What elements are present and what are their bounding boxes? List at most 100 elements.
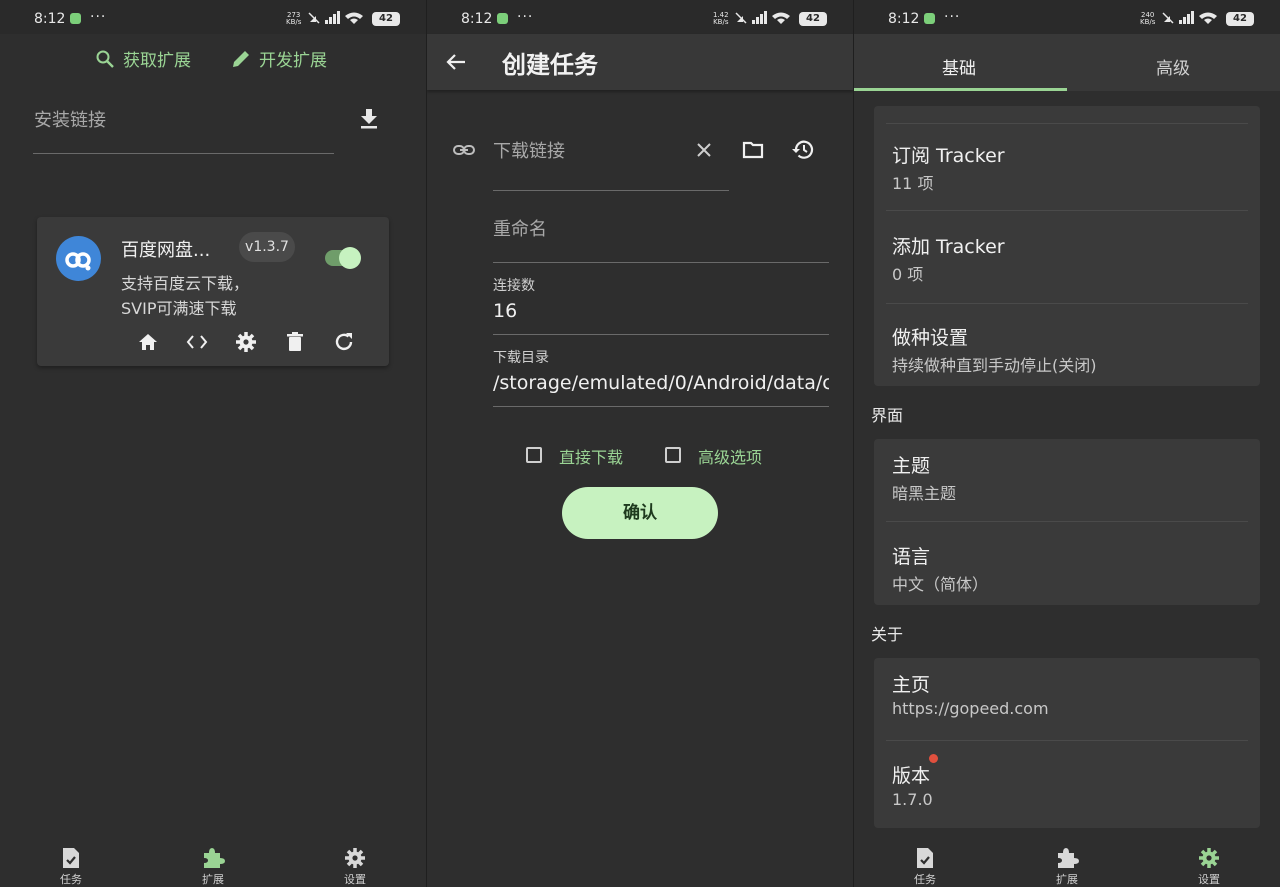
home-icon[interactable] [137,331,159,353]
extensions-screen: 8:12 ··· 273 KB/s 42 获取扩展 开发扩展 安装链接 百度网盘.… [0,0,426,887]
extension-title: 百度网盘... [121,240,211,261]
divider [886,521,1248,522]
download-link-underline [493,190,729,191]
confirm-button[interactable]: 确认 [562,487,718,539]
more-notifications-icon: ··· [517,9,534,25]
app-bar: 创建任务 [427,34,853,90]
battery-icon: 42 [372,12,400,26]
nav-tasks[interactable]: 任务 [41,847,101,887]
settings-tabs: 基础 高级 [854,34,1280,91]
status-time: 8:12 [461,11,493,27]
status-icons [735,11,790,24]
trash-icon[interactable] [284,331,306,353]
extension-toggle-knob[interactable] [339,247,361,269]
homepage-item[interactable]: 主页 https://gopeed.com [892,670,1049,718]
download-dir-underline [493,406,829,407]
nav-extensions[interactable]: 扩展 [183,847,243,887]
divider [886,123,1248,124]
network-speed: 273 KB/s [286,11,302,26]
history-icon[interactable] [792,139,814,161]
add-tracker-item[interactable]: 添加 Tracker 0 项 [892,232,1005,285]
extension-card: 百度网盘... v1.3.7 支持百度云下载， SVIP可满速下载 [37,217,389,366]
network-speed: 1.42 KB/s [713,11,729,26]
nav-tasks[interactable]: 任务 [895,847,955,887]
extension-actions [137,331,355,353]
status-bar: 8:12 ··· 240 KB/s 42 [854,0,1280,34]
search-icon [96,50,114,68]
code-icon[interactable] [186,331,208,353]
rename-input[interactable]: 重命名 [493,215,547,241]
nav-settings[interactable]: 设置 [1179,847,1239,887]
language-item[interactable]: 语言 中文（简体） [892,542,988,595]
puzzle-icon [1058,848,1079,868]
status-bar: 8:12 ··· 1.42 KB/s 42 [427,0,853,34]
network-speed: 240 KB/s [1140,11,1156,26]
advanced-options-label[interactable]: 高级选项 [698,444,762,468]
download-dir-input[interactable]: /storage/emulated/0/Android/data/com.gop… [493,372,829,394]
connections-label: 连接数 [493,278,535,294]
divider [886,303,1248,304]
clear-icon[interactable] [695,141,713,159]
task-icon [63,848,79,868]
gear-icon[interactable] [235,331,257,353]
ui-settings-card: 主题 暗黑主题 语言 中文（简体） [874,439,1260,605]
divider [886,740,1248,741]
bottom-navigation: 任务 扩展 设置 [854,839,1280,887]
install-link-underline [33,153,334,154]
extension-version-badge: v1.3.7 [239,232,295,262]
connections-input[interactable]: 16 [493,300,829,322]
download-icon[interactable] [359,108,379,130]
bt-settings-card: 订阅 Tracker 11 项 添加 Tracker 0 项 做种设置 持续做种… [874,106,1260,386]
pencil-icon [233,50,249,67]
bottom-navigation: 任务 扩展 设置 [0,839,426,887]
rename-underline [493,262,829,263]
tab-indicator [854,88,1067,91]
subscribe-tracker-item[interactable]: 订阅 Tracker 11 项 [892,141,1005,194]
develop-extensions-button[interactable]: 开发扩展 [231,46,327,71]
version-item[interactable]: 版本 1.7.0 [892,761,933,809]
settings-icon [345,848,365,868]
extension-description: 支持百度云下载， SVIP可满速下载 [121,274,250,318]
get-extensions-button[interactable]: 获取扩展 [95,46,191,71]
app-notification-icon [924,13,935,24]
more-notifications-icon: ··· [90,9,107,25]
link-icon [453,145,475,155]
status-bar: 8:12 ··· 273 KB/s 42 [0,0,426,34]
direct-download-checkbox[interactable] [526,447,542,463]
download-link-input[interactable]: 下载链接 [493,137,565,163]
install-link-input[interactable]: 安装链接 [34,106,106,132]
status-icons [308,11,363,24]
connections-underline [493,334,829,335]
battery-icon: 42 [799,12,827,26]
create-task-screen: 8:12 ··· 1.42 KB/s 42 创建任务 下载链接 重命名 连接数 1… [427,0,853,887]
more-notifications-icon: ··· [944,9,961,25]
divider [886,210,1248,211]
download-dir-label: 下载目录 [493,350,549,366]
status-icons [1162,11,1217,24]
section-about-heading: 关于 [871,625,904,644]
settings-icon [1199,848,1219,868]
status-time: 8:12 [888,11,920,27]
status-time: 8:12 [34,11,66,27]
refresh-icon[interactable] [333,331,355,353]
puzzle-icon [204,848,225,868]
about-card: 主页 https://gopeed.com 版本 1.7.0 [874,658,1260,828]
update-badge [929,754,938,763]
back-arrow-icon[interactable] [445,52,467,72]
direct-download-label[interactable]: 直接下载 [559,444,623,468]
app-notification-icon [70,13,81,24]
page-title: 创建任务 [502,51,598,79]
battery-icon: 42 [1226,12,1254,26]
app-notification-icon [497,13,508,24]
tab-advanced[interactable]: 高级 [1156,54,1190,79]
settings-screen: 8:12 ··· 240 KB/s 42 基础 高级 订阅 Tracker 11 … [854,0,1280,887]
tab-basic[interactable]: 基础 [942,54,976,79]
nav-extensions[interactable]: 扩展 [1037,847,1097,887]
nav-settings[interactable]: 设置 [325,847,385,887]
task-icon [917,848,933,868]
theme-item[interactable]: 主题 暗黑主题 [892,451,956,504]
folder-icon[interactable] [742,140,764,160]
baidu-pan-logo-icon [56,236,101,281]
seeding-settings-item[interactable]: 做种设置 持续做种直到手动停止(关闭) [892,323,1097,376]
advanced-options-checkbox[interactable] [665,447,681,463]
